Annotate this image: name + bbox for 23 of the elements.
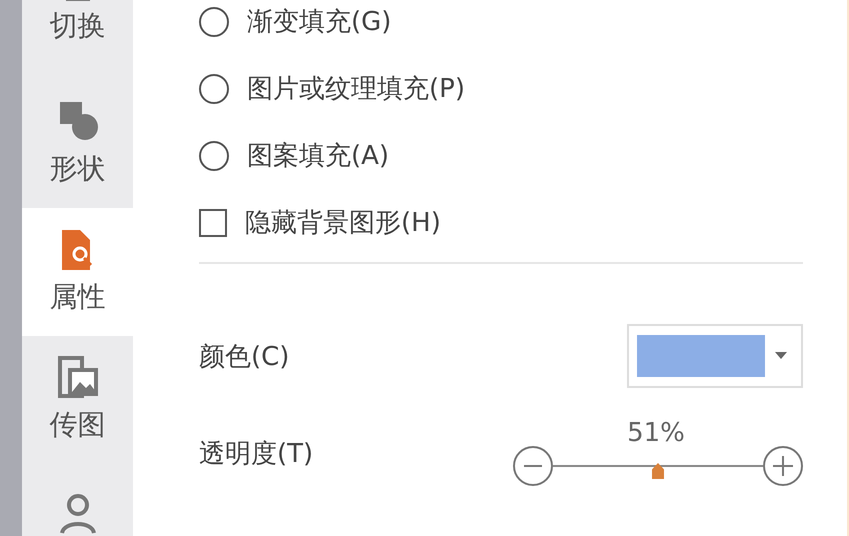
image-icon	[56, 356, 100, 400]
radio-button[interactable]	[199, 140, 229, 170]
color-dropdown[interactable]	[627, 324, 803, 388]
sidebar-tab[interactable]: 形状	[22, 80, 133, 208]
option-label: 图案填充(A)	[247, 140, 390, 173]
option-label: 渐变填充(G)	[247, 6, 392, 39]
plus-icon	[773, 456, 793, 476]
option-label: 图片或纹理填充(P)	[247, 73, 465, 106]
sidebar-tab[interactable]: 传图	[22, 336, 133, 464]
option-label: 隐藏背景图形(H)	[245, 207, 441, 240]
checkbox[interactable]	[199, 208, 227, 236]
slider-thumb[interactable]	[652, 463, 664, 479]
plus-button[interactable]	[763, 446, 803, 486]
minus-icon	[524, 465, 542, 467]
minus-button[interactable]	[513, 446, 553, 486]
transparency-value: 51%	[627, 420, 685, 446]
caret-icon	[775, 352, 787, 360]
sidebar-tab[interactable]: 切换	[22, 0, 133, 80]
radio-button[interactable]	[199, 74, 229, 104]
color-label: 颜色(C)	[199, 340, 290, 374]
radio-button[interactable]	[199, 6, 229, 36]
transparency-label: 透明度(T)	[199, 438, 314, 470]
sidebar-tab[interactable]: 属性	[22, 208, 133, 336]
